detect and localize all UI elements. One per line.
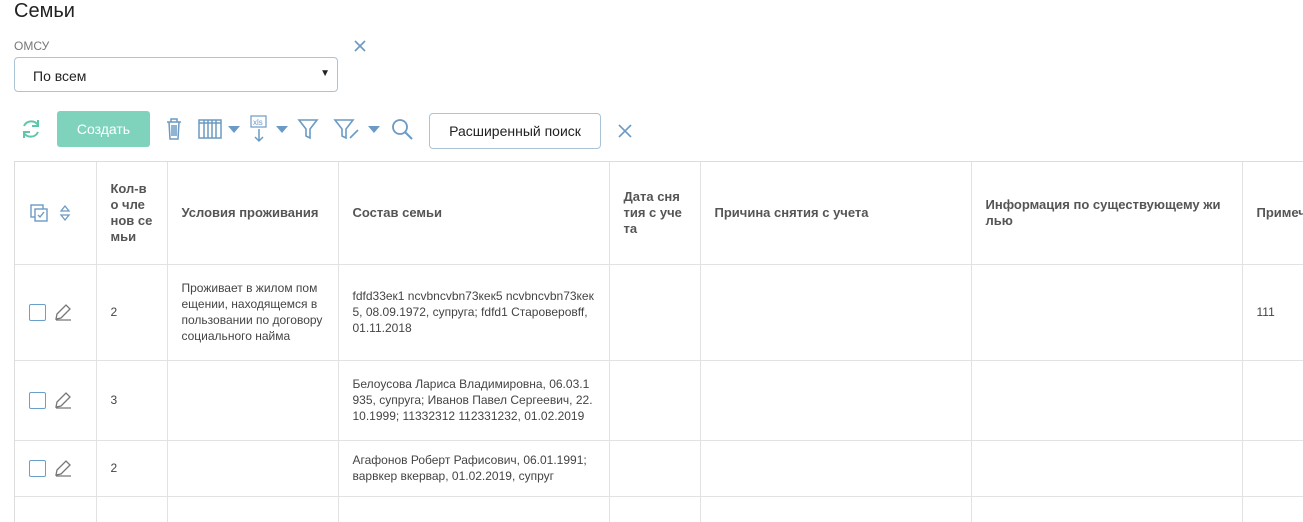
cell-note [1242,440,1303,497]
close-icon[interactable] [616,122,634,140]
table-row[interactable] [15,496,1303,522]
cell-composition: Агафонов Роберт Рафисович, 06.01.1991; в… [338,440,610,497]
table-header-row: Кол-во членов семьи Условия проживания С… [15,162,1303,265]
edit-icon[interactable] [53,302,73,322]
cell-removal-reason [700,264,972,361]
cell-count: 3 [96,360,168,441]
columns-icon[interactable] [198,118,222,140]
cell-composition: fdfd33ек1 ncvbncvbn73кек5 ncvbncvbn73кек… [338,264,610,361]
table-row[interactable]: 2 Проживает в жилом помещении, находящем… [15,264,1303,361]
row-checkbox[interactable] [29,459,46,477]
cell-count: 2 [96,440,168,497]
cell-conditions: Проживает в жилом помещении, находящемся… [167,264,339,361]
page-title: Семьи [14,0,75,22]
cell-housing-info [971,360,1243,441]
columns-dropdown-icon[interactable] [227,124,241,134]
search-icon[interactable] [390,117,414,141]
clear-filter-icon[interactable] [351,37,369,55]
chevron-down-icon: ▼ [320,68,330,79]
cell-conditions [167,360,339,441]
xls-export-icon[interactable]: xls [249,115,271,143]
cell-conditions [167,440,339,497]
sort-icon[interactable] [59,204,71,222]
edit-icon[interactable] [53,458,73,478]
filter-dropdown-icon[interactable] [367,124,381,134]
column-header-removal-reason[interactable]: Причина снятия с учета [700,162,972,265]
column-header-removal-date[interactable]: Дата снятия с учета [609,162,701,265]
cell-housing-info [971,440,1243,497]
select-all-icon[interactable] [29,203,49,223]
cell-note [1242,360,1303,441]
cell-count: 2 [96,264,168,361]
omsu-select[interactable]: По всем ▼ [14,57,338,92]
row-checkbox[interactable] [29,391,46,409]
column-header-composition[interactable]: Состав семьи [338,162,610,265]
svg-text:xls: xls [253,118,263,127]
table-row[interactable]: 3 Белоусова Лариса Владимировна, 06.03.1… [15,360,1303,441]
cell-removal-reason [700,360,972,441]
omsu-select-value: По всем [33,68,87,84]
row-checkbox[interactable] [29,303,46,321]
export-dropdown-icon[interactable] [275,124,289,134]
cell-composition: Белоусова Лариса Владимировна, 06.03.193… [338,360,610,441]
omsu-filter-label: ОМСУ [14,39,50,53]
create-button[interactable]: Создать [57,111,150,147]
cell-removal-reason [700,440,972,497]
families-table: Кол-во членов семьи Условия проживания С… [14,161,1303,522]
advanced-search-button[interactable]: Расширенный поиск [429,113,601,149]
filter-edit-icon[interactable] [333,117,361,141]
cell-removal-date [609,360,701,441]
column-header-conditions[interactable]: Условия проживания [167,162,339,265]
column-header-housing-info[interactable]: Информация по существующему жилью [971,162,1243,265]
cell-housing-info [971,264,1243,361]
refresh-icon[interactable] [19,117,43,141]
filter-icon[interactable] [297,117,319,141]
edit-icon[interactable] [53,390,73,410]
cell-removal-date [609,440,701,497]
table-row[interactable]: 2 Агафонов Роберт Рафисович, 06.01.1991;… [15,440,1303,497]
trash-icon[interactable] [164,117,184,141]
column-header-count[interactable]: Кол-во членов семьи [96,162,168,265]
cell-note: 111 [1242,264,1303,361]
column-header-actions [15,162,97,265]
column-header-note[interactable]: Примечание [1242,162,1303,265]
cell-removal-date [609,264,701,361]
